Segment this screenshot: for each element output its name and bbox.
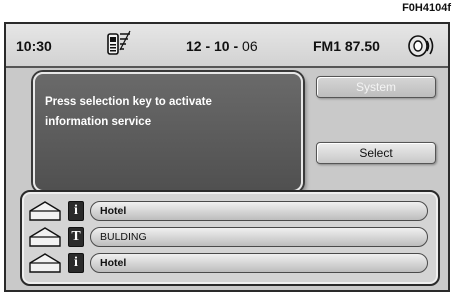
status-bar: 10:30 12 - 10 - 06 FM1 87.50 xyxy=(6,24,448,68)
message-panel: Press selection key to activate informat… xyxy=(33,72,303,192)
list-item-label: BULDING xyxy=(90,227,428,247)
text-icon: T xyxy=(68,227,84,247)
list-item[interactable]: i Hotel xyxy=(28,250,432,276)
info-message: Press selection key to activate informat… xyxy=(45,96,212,128)
service-list: i Hotel T BULDING i Hotel xyxy=(20,190,440,286)
speaker-volume-icon xyxy=(408,34,436,63)
phone-signal-icon xyxy=(106,30,132,65)
house-icon xyxy=(28,200,62,227)
date-day-month: 12 - 10 - xyxy=(186,38,239,54)
list-item[interactable]: T BULDING xyxy=(28,224,432,250)
list-item-label: Hotel xyxy=(90,253,428,273)
clock-time: 10:30 xyxy=(16,38,52,54)
system-button[interactable]: System xyxy=(316,76,436,98)
date-display: 12 - 10 - 06 xyxy=(186,38,258,54)
date-year: 06 xyxy=(242,38,258,54)
radio-station: FM1 87.50 xyxy=(313,38,380,54)
house-icon xyxy=(28,226,62,253)
display-screen: 10:30 12 - 10 - 06 FM1 87.50 Press selec… xyxy=(4,22,450,292)
figure-reference: F0H4104f xyxy=(402,2,451,14)
list-item-label: Hotel xyxy=(90,201,428,221)
house-icon xyxy=(28,252,62,279)
select-button[interactable]: Select xyxy=(316,142,436,164)
list-item[interactable]: i Hotel xyxy=(28,198,432,224)
info-icon: i xyxy=(68,253,84,273)
info-icon: i xyxy=(68,201,84,221)
